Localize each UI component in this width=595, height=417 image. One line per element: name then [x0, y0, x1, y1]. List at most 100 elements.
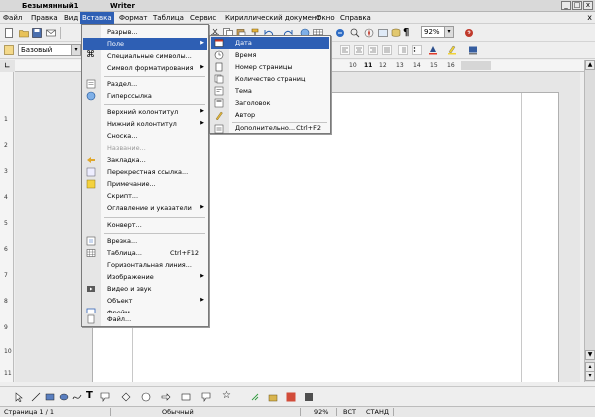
menu-item-footer[interactable]: Нижний колонтитул ▶	[83, 118, 207, 130]
zoom-value: 92%	[424, 28, 440, 36]
next-page-icon[interactable]: ▾	[585, 371, 595, 381]
menu-item-formatting-mark[interactable]: Символ форматирования ▶	[83, 62, 207, 74]
show-draw-functions-icon[interactable]	[335, 28, 345, 38]
menu-format[interactable]: Формат	[119, 14, 147, 22]
rectangle-tool-icon[interactable]	[45, 392, 55, 402]
pilcrow-icon[interactable]: ¶	[403, 27, 409, 38]
menu-item-break[interactable]: Разрыв...	[83, 26, 207, 38]
justify-icon[interactable]	[382, 45, 392, 55]
maximize-button[interactable]: □	[572, 1, 582, 10]
menu-item-cross-reference[interactable]: Перекрестная ссылка...	[83, 166, 207, 178]
minimize-button[interactable]: _	[561, 1, 571, 10]
stars-icon[interactable]: ☆	[222, 390, 231, 401]
menu-item-header[interactable]: Верхний колонтитул ▶	[83, 106, 207, 118]
drawing-toolbar: T ☆	[0, 386, 595, 406]
bullets-icon[interactable]	[412, 45, 422, 55]
background-color-icon[interactable]	[468, 45, 478, 55]
basic-shapes-icon[interactable]	[121, 392, 131, 402]
callout-tool-icon[interactable]	[100, 392, 110, 402]
ellipse-tool-icon[interactable]	[59, 392, 69, 402]
navigator-icon[interactable]	[364, 28, 374, 38]
menu-edit[interactable]: Правка	[31, 14, 58, 22]
new-document-icon[interactable]	[4, 28, 14, 38]
gallery-icon[interactable]	[378, 28, 388, 38]
submenu-item-time[interactable]: Время	[211, 49, 329, 61]
extrusion-icon[interactable]	[304, 392, 314, 402]
menu-item-field[interactable]: Поле ▶	[83, 38, 207, 50]
menu-item-indexes-tables[interactable]: Оглавление и указатели ▶	[83, 202, 207, 214]
menu-item-frame[interactable]: Врезка...	[83, 235, 207, 247]
omega-icon: ⌘	[86, 50, 95, 60]
menu-view[interactable]: Вид	[64, 14, 78, 22]
menu-item-label: Символ форматирования	[107, 64, 194, 72]
menu-item-horizontal-line[interactable]: Горизонтальная линия...	[83, 259, 207, 271]
align-right-icon[interactable]	[368, 45, 378, 55]
email-icon[interactable]	[46, 28, 56, 38]
align-left-icon[interactable]	[340, 45, 350, 55]
zoom-select[interactable]: 92% ▾	[421, 26, 454, 38]
vertical-scrollbar[interactable]: ▲ ▼ ▴ ▾	[584, 60, 595, 382]
menu-item-footnote[interactable]: Сноска...	[83, 130, 207, 142]
menu-item-file[interactable]: Файл...	[83, 313, 207, 325]
menu-item-comment[interactable]: Примечание...	[83, 178, 207, 190]
menu-item-bookmark[interactable]: Закладка...	[83, 154, 207, 166]
menu-item-image[interactable]: Изображение ▶	[83, 271, 207, 283]
menu-window[interactable]: Окно	[316, 14, 335, 22]
menu-file[interactable]: Файл	[3, 14, 22, 22]
points-icon[interactable]	[250, 392, 260, 402]
menu-cyrillic-document[interactable]: Кириллический документ	[225, 14, 321, 22]
menu-item-object[interactable]: Объект ▶	[83, 295, 207, 307]
scroll-down-icon[interactable]: ▼	[585, 350, 595, 360]
menu-item-special-characters[interactable]: ⌘ Специальные символы...	[83, 50, 207, 62]
submenu-arrow-icon: ▶	[200, 273, 204, 279]
tab-stop-icon[interactable]: ∟	[4, 61, 11, 70]
submenu-item-subject[interactable]: Тема	[211, 85, 329, 97]
styles-icon[interactable]	[4, 45, 14, 55]
submenu-item-title[interactable]: Заголовок	[211, 97, 329, 109]
menu-item-label: Номер страницы	[235, 63, 293, 71]
menu-tools[interactable]: Сервис	[190, 14, 216, 22]
menu-item-video-sound[interactable]: Видео и звук	[83, 283, 207, 295]
find-replace-icon[interactable]	[350, 28, 360, 38]
callouts-icon[interactable]	[201, 392, 211, 402]
submenu-item-author[interactable]: Автор	[211, 109, 329, 121]
symbol-shapes-icon[interactable]	[141, 392, 151, 402]
text-tool-icon[interactable]: T	[86, 390, 93, 401]
close-document-icon[interactable]: x	[587, 13, 592, 22]
save-icon[interactable]	[32, 28, 42, 38]
paragraph-style-select[interactable]: Базовый ▾	[18, 44, 81, 56]
menu-item-table[interactable]: Таблица... Ctrl+F12	[83, 247, 207, 259]
open-folder-icon[interactable]	[19, 28, 29, 38]
freeform-tool-icon[interactable]	[72, 392, 82, 402]
insert-menu-tail: Файл...	[81, 313, 209, 327]
menu-help[interactable]: Справка	[340, 14, 371, 22]
select-arrow-icon[interactable]	[14, 392, 24, 402]
datasources-icon[interactable]	[391, 28, 401, 38]
submenu-item-more-fields[interactable]: Дополнительно... Ctrl+F2	[211, 123, 329, 134]
align-center-icon[interactable]	[354, 45, 364, 55]
menu-item-script[interactable]: Скрипт...	[83, 190, 207, 202]
close-window-button[interactable]: x	[583, 1, 593, 10]
fontwork-icon[interactable]	[268, 392, 278, 402]
vertical-ruler[interactable]: 1 2 3 4 5 6 7 8 9 10 11	[0, 72, 14, 382]
block-arrows-icon[interactable]	[161, 392, 171, 402]
submenu-item-page-count[interactable]: Количество страниц	[211, 73, 329, 85]
highlighting-icon[interactable]	[447, 45, 457, 55]
from-file-icon[interactable]	[286, 392, 296, 402]
menu-insert[interactable]: Вставка	[80, 12, 114, 24]
menu-table[interactable]: Таблица	[153, 14, 184, 22]
menu-item-hyperlink[interactable]: Гиперссылка	[83, 90, 207, 102]
right-margin-zone	[461, 61, 491, 70]
help-icon[interactable]	[464, 28, 474, 38]
menu-item-section[interactable]: Раздел...	[83, 78, 207, 90]
menu-item-envelope[interactable]: Конверт...	[83, 219, 207, 231]
line-tool-icon[interactable]	[31, 392, 41, 402]
flowchart-icon[interactable]	[181, 392, 191, 402]
submenu-item-page-number[interactable]: Номер страницы	[211, 61, 329, 73]
numbering-icon[interactable]	[398, 45, 408, 55]
font-color-icon[interactable]	[428, 45, 438, 55]
submenu-item-date[interactable]: Дата	[211, 37, 329, 49]
scroll-up-icon[interactable]: ▲	[585, 60, 595, 70]
chevron-down-icon[interactable]: ▾	[71, 45, 80, 55]
chevron-down-icon[interactable]: ▾	[444, 27, 453, 37]
